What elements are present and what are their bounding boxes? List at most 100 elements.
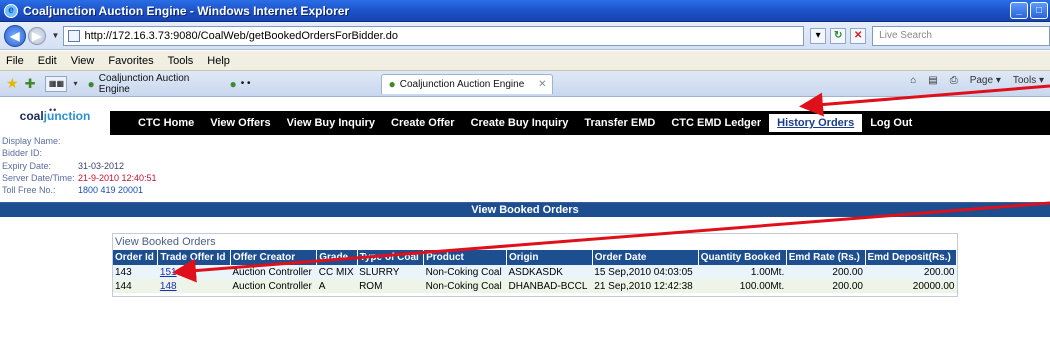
cell-order-date: 21 Sep,2010 12:42:38 bbox=[592, 279, 699, 293]
nav-view-offers[interactable]: View Offers bbox=[202, 114, 278, 132]
cell-quantity-booked: 100.00Mt. bbox=[698, 279, 787, 293]
cell-grade: A bbox=[316, 279, 358, 293]
cell-type-of-coal: SLURRY bbox=[357, 265, 424, 279]
tab-blank[interactable]: ● • • bbox=[223, 74, 373, 94]
close-tab-icon[interactable]: ✕ bbox=[538, 79, 546, 90]
cell-emd-deposit: 200.00 bbox=[865, 265, 957, 279]
info-row: Display Name: bbox=[2, 135, 157, 147]
tab-coaljunction-active[interactable]: ● Coaljunction Auction Engine ✕ bbox=[381, 73, 554, 94]
maximize-button[interactable]: □ bbox=[1030, 2, 1048, 19]
orders-header-row: Order Id Trade Offer Id Offer Creator Gr… bbox=[113, 250, 957, 265]
table-row: 144 148 Auction Controller A ROM Non-Cok… bbox=[113, 279, 957, 293]
info-row: Expiry Date: 31-03-2012 bbox=[2, 160, 157, 172]
trade-offer-link[interactable]: 148 bbox=[160, 281, 177, 292]
back-button[interactable]: ◀ bbox=[4, 24, 26, 47]
cell-order-date: 15 Sep,2010 04:03:05 bbox=[592, 265, 699, 279]
menu-view[interactable]: View bbox=[71, 55, 95, 67]
menu-file[interactable]: File bbox=[6, 55, 24, 67]
info-label: Bidder ID: bbox=[2, 148, 43, 159]
col-order-id: Order Id bbox=[113, 250, 159, 265]
col-order-date: Order Date bbox=[592, 250, 699, 265]
tabs-row: ★ ✚ ▦▦ ▾ ● Coaljunction Auction Engine ●… bbox=[0, 71, 1050, 97]
col-emd-deposit: Emd Deposit(Rs.) bbox=[865, 250, 957, 265]
print-icon[interactable]: ⎙ bbox=[950, 75, 958, 86]
tab-label: • • bbox=[240, 78, 251, 89]
nav-view-buy-inquiry[interactable]: View Buy Inquiry bbox=[279, 114, 383, 132]
cell-offer-creator: Auction Controller bbox=[230, 279, 317, 293]
minimize-button[interactable]: _ bbox=[1010, 2, 1028, 19]
site-logo[interactable]: •• coal junction bbox=[0, 97, 110, 134]
info-row: Server Date/Time: 21-9-2010 12:40:51 bbox=[2, 172, 157, 184]
stop-icon[interactable]: ✕ bbox=[850, 27, 867, 44]
info-label: Server Date/Time: bbox=[2, 172, 75, 183]
menu-help[interactable]: Help bbox=[207, 55, 230, 67]
feeds-icon[interactable]: ▤ bbox=[928, 75, 937, 86]
address-url[interactable]: http://172.16.3.73:9080/CoalWeb/getBooke… bbox=[84, 30, 398, 42]
nav-create-buy-inquiry[interactable]: Create Buy Inquiry bbox=[463, 114, 577, 132]
command-bar: ⌂ ▤ ⎙ Page ▾ Tools ▾ bbox=[910, 75, 1044, 86]
tab-label: Coaljunction Auction Engine bbox=[399, 78, 525, 90]
col-type-of-coal: Type of Coal bbox=[357, 250, 425, 265]
col-offer-creator: Offer Creator bbox=[230, 250, 318, 265]
nav-transfer-emd[interactable]: Transfer EMD bbox=[576, 114, 663, 132]
forward-button[interactable]: ▶ bbox=[27, 26, 46, 45]
nav-history-orders[interactable]: History Orders bbox=[769, 114, 863, 132]
col-trade-offer-id: Trade Offer Id bbox=[157, 250, 231, 265]
page-menu[interactable]: Page ▾ bbox=[970, 75, 1001, 86]
info-label: Display Name: bbox=[2, 136, 61, 146]
favorites-star-icon[interactable]: ★ bbox=[6, 75, 19, 92]
refresh-icon[interactable]: ↻ bbox=[830, 27, 847, 44]
user-info: Display Name: Bidder ID: Expiry Date: 31-… bbox=[2, 135, 157, 196]
ie-tab-icon: ● bbox=[87, 76, 95, 91]
col-emd-rate: Emd Rate (Rs.) bbox=[786, 250, 866, 265]
tab-list-dropdown-icon[interactable]: ▾ bbox=[73, 79, 77, 88]
server-datetime: 21-9-2010 12:40:51 bbox=[78, 172, 157, 183]
nav-create-offer[interactable]: Create Offer bbox=[383, 114, 463, 132]
tab-label: Coaljunction Auction Engine bbox=[98, 72, 190, 95]
page-title-band: View Booked Orders bbox=[0, 203, 1050, 217]
menu-favorites[interactable]: Favorites bbox=[108, 55, 153, 67]
address-row: ◀ ▶ ▼ http://172.16.3.73:9080/CoalWeb/ge… bbox=[0, 22, 1050, 50]
cell-trade-offer-id: 151 bbox=[157, 265, 231, 279]
cell-emd-deposit: 20000.00 bbox=[865, 279, 957, 293]
ie-tab-icon: ● bbox=[229, 76, 237, 91]
nav-top-strip bbox=[110, 97, 1050, 111]
col-quantity-booked: Quantity Booked bbox=[698, 250, 787, 265]
address-bar[interactable]: http://172.16.3.73:9080/CoalWeb/getBooke… bbox=[63, 25, 805, 46]
cell-trade-offer-id: 148 bbox=[157, 279, 231, 293]
cell-emd-rate: 200.00 bbox=[786, 265, 865, 279]
orders-caption: View Booked Orders bbox=[115, 236, 216, 248]
address-dropdown-icon[interactable]: ▾ bbox=[810, 27, 827, 44]
window-titlebar: e Coaljunction Auction Engine - Windows … bbox=[0, 0, 1050, 22]
cell-origin: DHANBAD-BCCL bbox=[506, 279, 593, 293]
quick-tabs-icon[interactable]: ▦▦ bbox=[45, 75, 68, 92]
trade-offer-link[interactable]: 151 bbox=[160, 267, 177, 278]
tab-coaljunction-1[interactable]: ● Coaljunction Auction Engine bbox=[81, 72, 223, 95]
logo-dots: •• bbox=[49, 105, 58, 115]
info-label: Expiry Date: bbox=[2, 160, 52, 171]
nav-log-out[interactable]: Log Out bbox=[862, 114, 920, 132]
cell-order-id: 144 bbox=[113, 279, 158, 293]
nav-ctc-emd-ledger[interactable]: CTC EMD Ledger bbox=[663, 114, 769, 132]
table-row: 143 151 Auction Controller CC MIX SLURRY… bbox=[113, 265, 957, 279]
nav-ctc-home[interactable]: CTC Home bbox=[130, 114, 202, 132]
ie-logo-icon: e bbox=[4, 3, 18, 18]
ie-tab-icon: ● bbox=[388, 77, 396, 91]
menu-edit[interactable]: Edit bbox=[38, 55, 57, 67]
col-origin: Origin bbox=[506, 250, 593, 265]
cell-order-id: 143 bbox=[113, 265, 158, 279]
window-controls: _ □ bbox=[1010, 2, 1048, 19]
history-dropdown-icon[interactable]: ▼ bbox=[52, 31, 60, 40]
add-favorites-icon[interactable]: ✚ bbox=[25, 76, 36, 92]
menu-tools[interactable]: Tools bbox=[168, 55, 194, 67]
cell-emd-rate: 200.00 bbox=[786, 279, 865, 293]
home-icon[interactable]: ⌂ bbox=[910, 75, 916, 86]
cell-quantity-booked: 1.00Mt. bbox=[698, 265, 787, 279]
col-grade: Grade bbox=[316, 250, 358, 265]
info-label: Toll Free No.: bbox=[2, 185, 56, 196]
search-input[interactable]: Live Search bbox=[872, 25, 1050, 46]
address-tools: ▾ ↻ ✕ bbox=[810, 27, 867, 44]
toll-free-number: 1800 419 20001 bbox=[78, 185, 144, 196]
info-row: Toll Free No.: 1800 419 20001 bbox=[2, 184, 157, 196]
tools-menu[interactable]: Tools ▾ bbox=[1013, 75, 1044, 86]
